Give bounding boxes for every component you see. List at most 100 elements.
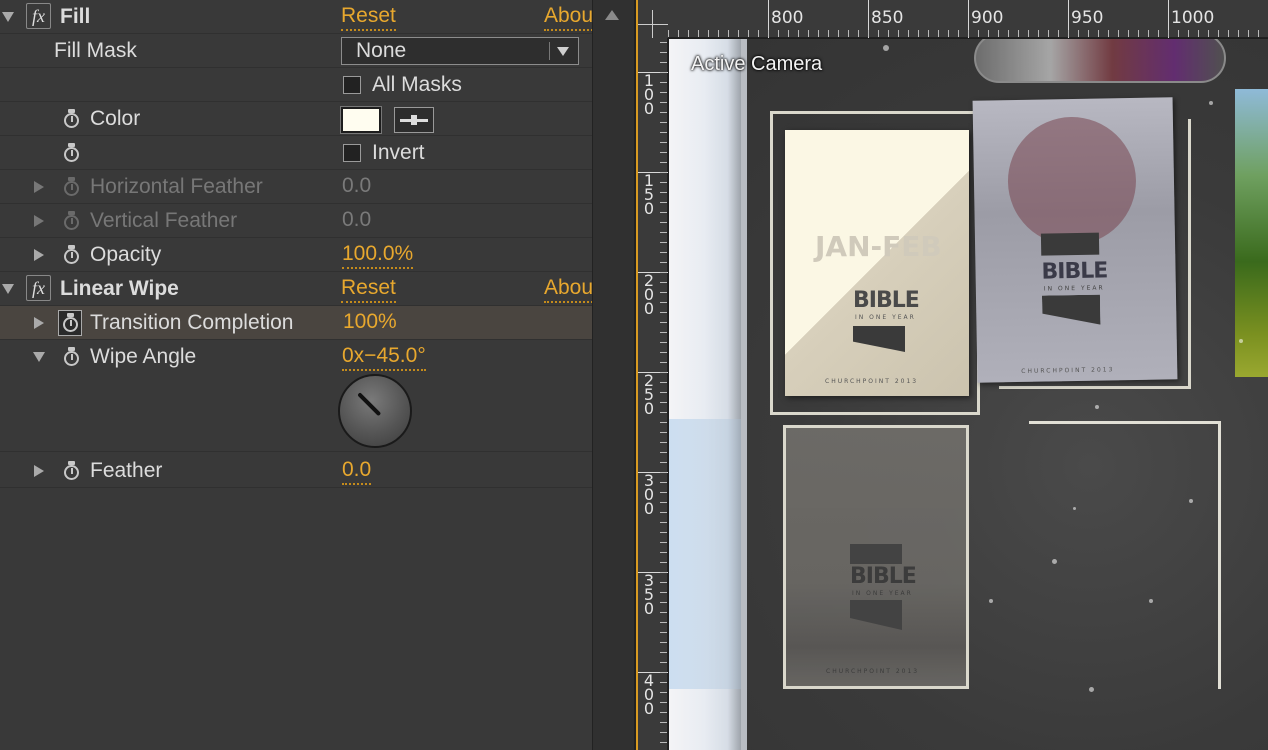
composition-canvas[interactable]: JAN-FEB BIBLE IN ONE YEAR CHURCHPOINT 20… [669,39,1268,750]
eyedropper-icon[interactable] [394,107,434,133]
light-leak [669,39,747,750]
ruler-minor-tick [838,30,839,37]
stopwatch-icon[interactable] [62,109,82,129]
ruler-minor-tick [738,30,739,37]
ruler-minor-tick [660,72,667,73]
ruler-minor-tick [1188,30,1189,37]
ruler-minor-tick [1048,30,1049,37]
ruler-minor-tick [948,30,949,37]
ruler-minor-tick [660,282,667,283]
ruler-minor-tick [798,30,799,37]
vertical-ruler[interactable]: 100 150 200 250 300 350 400 [638,38,668,750]
ruler-minor-tick [1248,30,1249,37]
ruler-minor-tick [748,30,749,37]
fx-icon[interactable]: fx [26,275,51,301]
transition-completion-row[interactable]: Transition Completion 100% [0,306,592,340]
stopwatch-icon[interactable] [62,461,82,481]
ruler-minor-tick [660,652,667,653]
ruler-label: 100 [643,71,655,118]
horizontal-ruler[interactable]: 800 850 900 950 1000 [668,0,1268,38]
ruler-origin[interactable] [638,0,668,38]
ruler-minor-tick [1038,30,1039,37]
about-button[interactable]: Abou [544,2,592,31]
ruler-minor-tick [660,272,667,273]
effect-fill-header[interactable]: fx Fill Reset Abou [0,0,592,34]
opacity-value[interactable]: 100.0% [342,240,414,269]
expand-arrow-icon[interactable] [34,317,44,329]
ruler-label: 1000 [1171,8,1215,28]
ruler-minor-tick [660,342,667,343]
ruler-minor-tick [660,42,667,43]
collapse-arrow-icon[interactable] [2,12,14,22]
reset-button[interactable]: Reset [341,274,396,303]
effect-controls-panel: fx Fill Reset Abou Fill Mask None All Ma… [0,0,592,750]
ruler-minor-tick [858,30,859,37]
color-swatch[interactable] [340,106,382,134]
card-footer: CHURCHPOINT 2013 [826,668,920,675]
card-subtitle: IN ONE YEAR [852,590,913,597]
effect-linear-wipe-header[interactable]: fx Linear Wipe Reset Abou [0,272,592,306]
ruler-minor-tick [660,262,667,263]
ruler-minor-tick [660,382,667,383]
horizontal-feather-label: Horizontal Feather [90,175,263,198]
color-row: Color [0,102,592,136]
expand-arrow-icon[interactable] [34,465,44,477]
fill-mask-label: Fill Mask [54,39,137,62]
fill-mask-dropdown[interactable]: None [341,37,579,65]
stopwatch-icon[interactable] [62,143,82,163]
ruler-minor-tick [660,452,667,453]
ruler-minor-tick [660,332,667,333]
ruler-minor-tick [660,532,667,533]
ruler-minor-tick [660,482,667,483]
ruler-minor-tick [660,422,667,423]
feather-value[interactable]: 0.0 [342,456,372,485]
opacity-label: Opacity [90,243,162,266]
all-masks-checkbox[interactable] [343,76,361,94]
ruler-minor-tick [1008,30,1009,37]
effect-name: Linear Wipe [60,277,179,300]
ruler-minor-tick [808,30,809,37]
ruler-minor-tick [660,692,667,693]
scroll-up-icon[interactable] [605,10,619,20]
fx-icon[interactable]: fx [26,3,51,29]
ruler-minor-tick [660,152,667,153]
panel-divider[interactable] [592,0,636,750]
vertical-feather-label: Vertical Feather [90,209,238,232]
collapse-arrow-icon[interactable] [33,352,45,362]
ruler-label: 800 [771,8,804,28]
ruler-minor-tick [660,572,667,573]
ruler-minor-tick [1058,30,1059,37]
ruler-minor-tick [1258,30,1259,37]
transition-completion-value[interactable]: 100% [343,306,397,337]
ruler-minor-tick [688,30,689,37]
card-footer: CHURCHPOINT 2013 [825,378,919,385]
ruler-minor-tick [1138,30,1139,37]
ruler-minor-tick [958,30,959,37]
expand-arrow-icon[interactable] [34,215,44,227]
ruler-minor-tick [928,30,929,37]
stopwatch-icon[interactable] [62,347,82,367]
stopwatch-icon[interactable] [58,310,82,336]
ruler-minor-tick [660,472,667,473]
expand-arrow-icon[interactable] [34,249,44,261]
poster-card: BIBLE IN ONE YEAR CHURCHPOINT 2013 [972,97,1178,383]
ruler-label: 150 [643,171,655,218]
ruler-minor-tick [660,82,667,83]
ruler-minor-tick [1078,30,1079,37]
invert-checkbox[interactable] [343,144,361,162]
angle-dial[interactable] [338,374,412,448]
ruler-minor-tick [660,132,667,133]
stopwatch-icon[interactable] [62,245,82,265]
expand-arrow-icon[interactable] [34,181,44,193]
collapse-arrow-icon[interactable] [2,284,14,294]
ruler-minor-tick [1118,30,1119,37]
about-button[interactable]: Abou [544,274,592,303]
composition-viewer[interactable]: 800 850 900 950 1000 100 150 200 250 300 350 400 J… [636,0,1268,750]
ruler-minor-tick [660,562,667,563]
ruler-minor-tick [660,192,667,193]
ruler-minor-tick [660,632,667,633]
ruler-minor-tick [1028,30,1029,37]
wipe-angle-value[interactable]: 0x−45.0° [342,342,426,371]
ruler-minor-tick [660,622,667,623]
reset-button[interactable]: Reset [341,2,396,31]
